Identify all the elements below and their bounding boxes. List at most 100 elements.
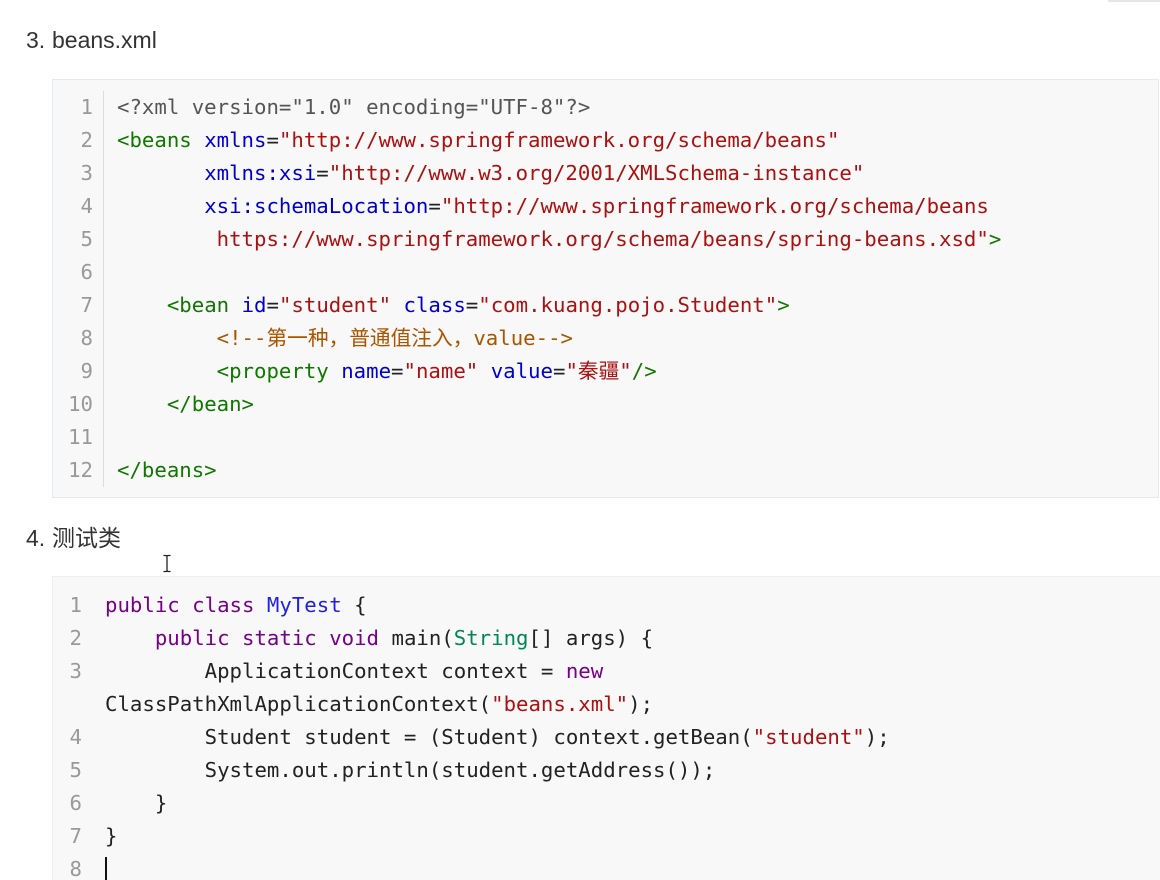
list-number: 4. <box>26 525 46 551</box>
code-token: = <box>428 193 441 218</box>
code-token: > <box>988 226 1002 251</box>
code-block-beans-xml[interactable]: 1 <?xml version="1.0" encoding="UTF-8"?> 2… <box>52 79 1159 498</box>
code-line[interactable]: 9 <property name="name" value="秦疆"/> <box>53 354 1158 388</box>
code-token: xmlns:xsi <box>117 160 317 185</box>
mouse-ibeam-cursor-icon <box>162 554 172 573</box>
code-line[interactable]: 4 Student student = (Student) context.ge… <box>53 721 1160 754</box>
code-line[interactable]: 8 <!--第一种，普通值注入，value--> <box>53 321 1158 355</box>
code-token: <property <box>117 358 329 383</box>
code-line-text[interactable] <box>104 256 1117 289</box>
line-number: 7 <box>53 288 104 322</box>
code-line[interactable]: 7} <box>53 820 1160 853</box>
code-line[interactable]: 4 xsi:schemaLocation="http://www.springf… <box>53 189 1158 223</box>
code-token: main( <box>379 625 454 650</box>
line-number: 4 <box>53 189 104 223</box>
list-item-title: 测试类 <box>52 525 121 551</box>
line-number: 1 <box>69 592 82 617</box>
code-token: Student student = (Student) context.getB… <box>105 724 753 749</box>
code-token: id <box>229 292 267 317</box>
code-token: = <box>391 358 404 383</box>
code-line-text[interactable]: } <box>96 787 1105 820</box>
code-token: value <box>478 358 553 383</box>
code-line-text[interactable]: <property name="name" value="秦疆"/> <box>104 355 1117 388</box>
code-line-text[interactable]: } <box>96 820 1105 853</box>
code-line-text[interactable]: </beans> <box>104 454 1117 487</box>
code-token: } <box>105 790 168 815</box>
code-token: public static void <box>105 625 380 650</box>
code-line[interactable]: 3 xmlns:xsi="http://www.w3.org/2001/XMLS… <box>53 156 1158 190</box>
code-line[interactable]: 11 <box>53 420 1158 454</box>
code-line[interactable]: 12 </beans> <box>53 453 1158 487</box>
code-line-text[interactable]: </bean> <box>104 388 1117 421</box>
code-token: = <box>552 358 566 383</box>
code-token: = <box>316 160 329 185</box>
list-item-title: beans.xml <box>52 27 157 53</box>
code-line-text[interactable]: <beans xmlns="http://www.springframework… <box>104 124 1117 157</box>
code-token: ApplicationContext context = <box>105 658 566 683</box>
code-line[interactable]: 2 <beans xmlns="http://www.springframewor… <box>53 123 1158 157</box>
code-token: ); <box>864 724 890 749</box>
code-line-text[interactable]: ApplicationContext context = new ClassPa… <box>96 655 1105 721</box>
code-line-text[interactable] <box>96 853 1105 880</box>
line-number: 3 <box>53 156 104 190</box>
code-line-text[interactable]: public static void main(String[] args) { <box>96 622 1105 655</box>
code-token: <bean <box>117 292 230 317</box>
code-line[interactable]: 5 https://www.springframework.org/schema… <box>53 222 1158 256</box>
line-number: 7 <box>69 823 82 848</box>
code-line[interactable]: 6 } <box>53 787 1160 820</box>
code-line[interactable]: 5 System.out.println(student.getAddress(… <box>53 754 1160 787</box>
code-line[interactable]: 8 <box>53 853 1160 880</box>
code-token: "student" <box>752 724 865 749</box>
code-token: > <box>777 292 790 317</box>
line-number: 4 <box>69 724 82 749</box>
code-line-text[interactable]: System.out.println(student.getAddress())… <box>96 754 1105 787</box>
code-token: </bean> <box>117 391 255 416</box>
top-divider-line <box>1108 0 1160 2</box>
text-caret <box>105 857 107 880</box>
code-line[interactable]: 1 public class MyTest { <box>53 589 1160 622</box>
line-number: 3 <box>69 658 82 683</box>
line-number: 6 <box>53 255 104 289</box>
code-token: { <box>341 592 367 617</box>
code-line-text[interactable]: Student student = (Student) context.getB… <box>96 721 1105 754</box>
code-token: public class <box>105 592 255 617</box>
code-token: /> <box>631 358 657 383</box>
code-token: https://www.springframework.org/schema/b… <box>117 226 989 251</box>
code-line[interactable]: 10 </bean> <box>53 387 1158 421</box>
code-token: "beans.xml" <box>491 691 629 716</box>
code-line-text[interactable] <box>104 421 1117 454</box>
code-token: class <box>391 292 466 317</box>
code-token: "http://www.w3.org/2001/XMLSchema-instan… <box>328 160 865 185</box>
code-token: = <box>266 292 279 317</box>
line-number: 1 <box>53 90 104 124</box>
code-token: <beans <box>117 127 192 152</box>
list-number: 3. <box>26 27 46 53</box>
code-token: MyTest <box>254 592 342 617</box>
line-number: 5 <box>69 757 82 782</box>
code-line-text[interactable]: https://www.springframework.org/schema/b… <box>104 223 1117 256</box>
line-number: 2 <box>53 123 104 157</box>
code-line[interactable]: 1 <?xml version="1.0" encoding="UTF-8"?> <box>53 90 1158 124</box>
code-token: xsi:schemaLocation <box>117 193 429 218</box>
code-line-text[interactable]: public class MyTest { <box>96 589 1105 622</box>
code-line[interactable]: 6 <box>53 255 1158 289</box>
code-line-text[interactable]: <!--第一种，普通值注入，value--> <box>104 322 1117 355</box>
code-line-text[interactable]: <bean id="student" class="com.kuang.pojo… <box>104 289 1117 322</box>
code-token: [] args) { <box>528 625 654 650</box>
code-line-text[interactable]: xmlns:xsi="http://www.w3.org/2001/XMLSch… <box>104 157 1117 190</box>
code-line-text[interactable]: <?xml version="1.0" encoding="UTF-8"?> <box>104 91 1117 124</box>
code-token: = <box>266 127 279 152</box>
code-line[interactable]: 3 ApplicationContext context = new Class… <box>53 655 1160 721</box>
code-line[interactable]: 7 <bean id="student" class="com.kuang.po… <box>53 288 1158 322</box>
list-item-test-class: 4. 测试类 <box>26 523 121 553</box>
code-token: "com.kuang.pojo.Student" <box>478 292 778 317</box>
code-token: new <box>565 658 604 683</box>
code-token: </beans> <box>117 457 217 482</box>
code-token: name <box>328 358 392 383</box>
code-line[interactable]: 2 public static void main(String[] args)… <box>53 622 1160 655</box>
code-line-text[interactable]: xsi:schemaLocation="http://www.springfra… <box>104 190 1117 223</box>
line-number: 6 <box>69 790 82 815</box>
line-number: 10 <box>53 387 104 421</box>
code-block-mytest-java[interactable]: 1 public class MyTest {2 public static vo… <box>52 576 1160 880</box>
code-token: "http://www.springframework.org/schema/b… <box>278 127 840 152</box>
